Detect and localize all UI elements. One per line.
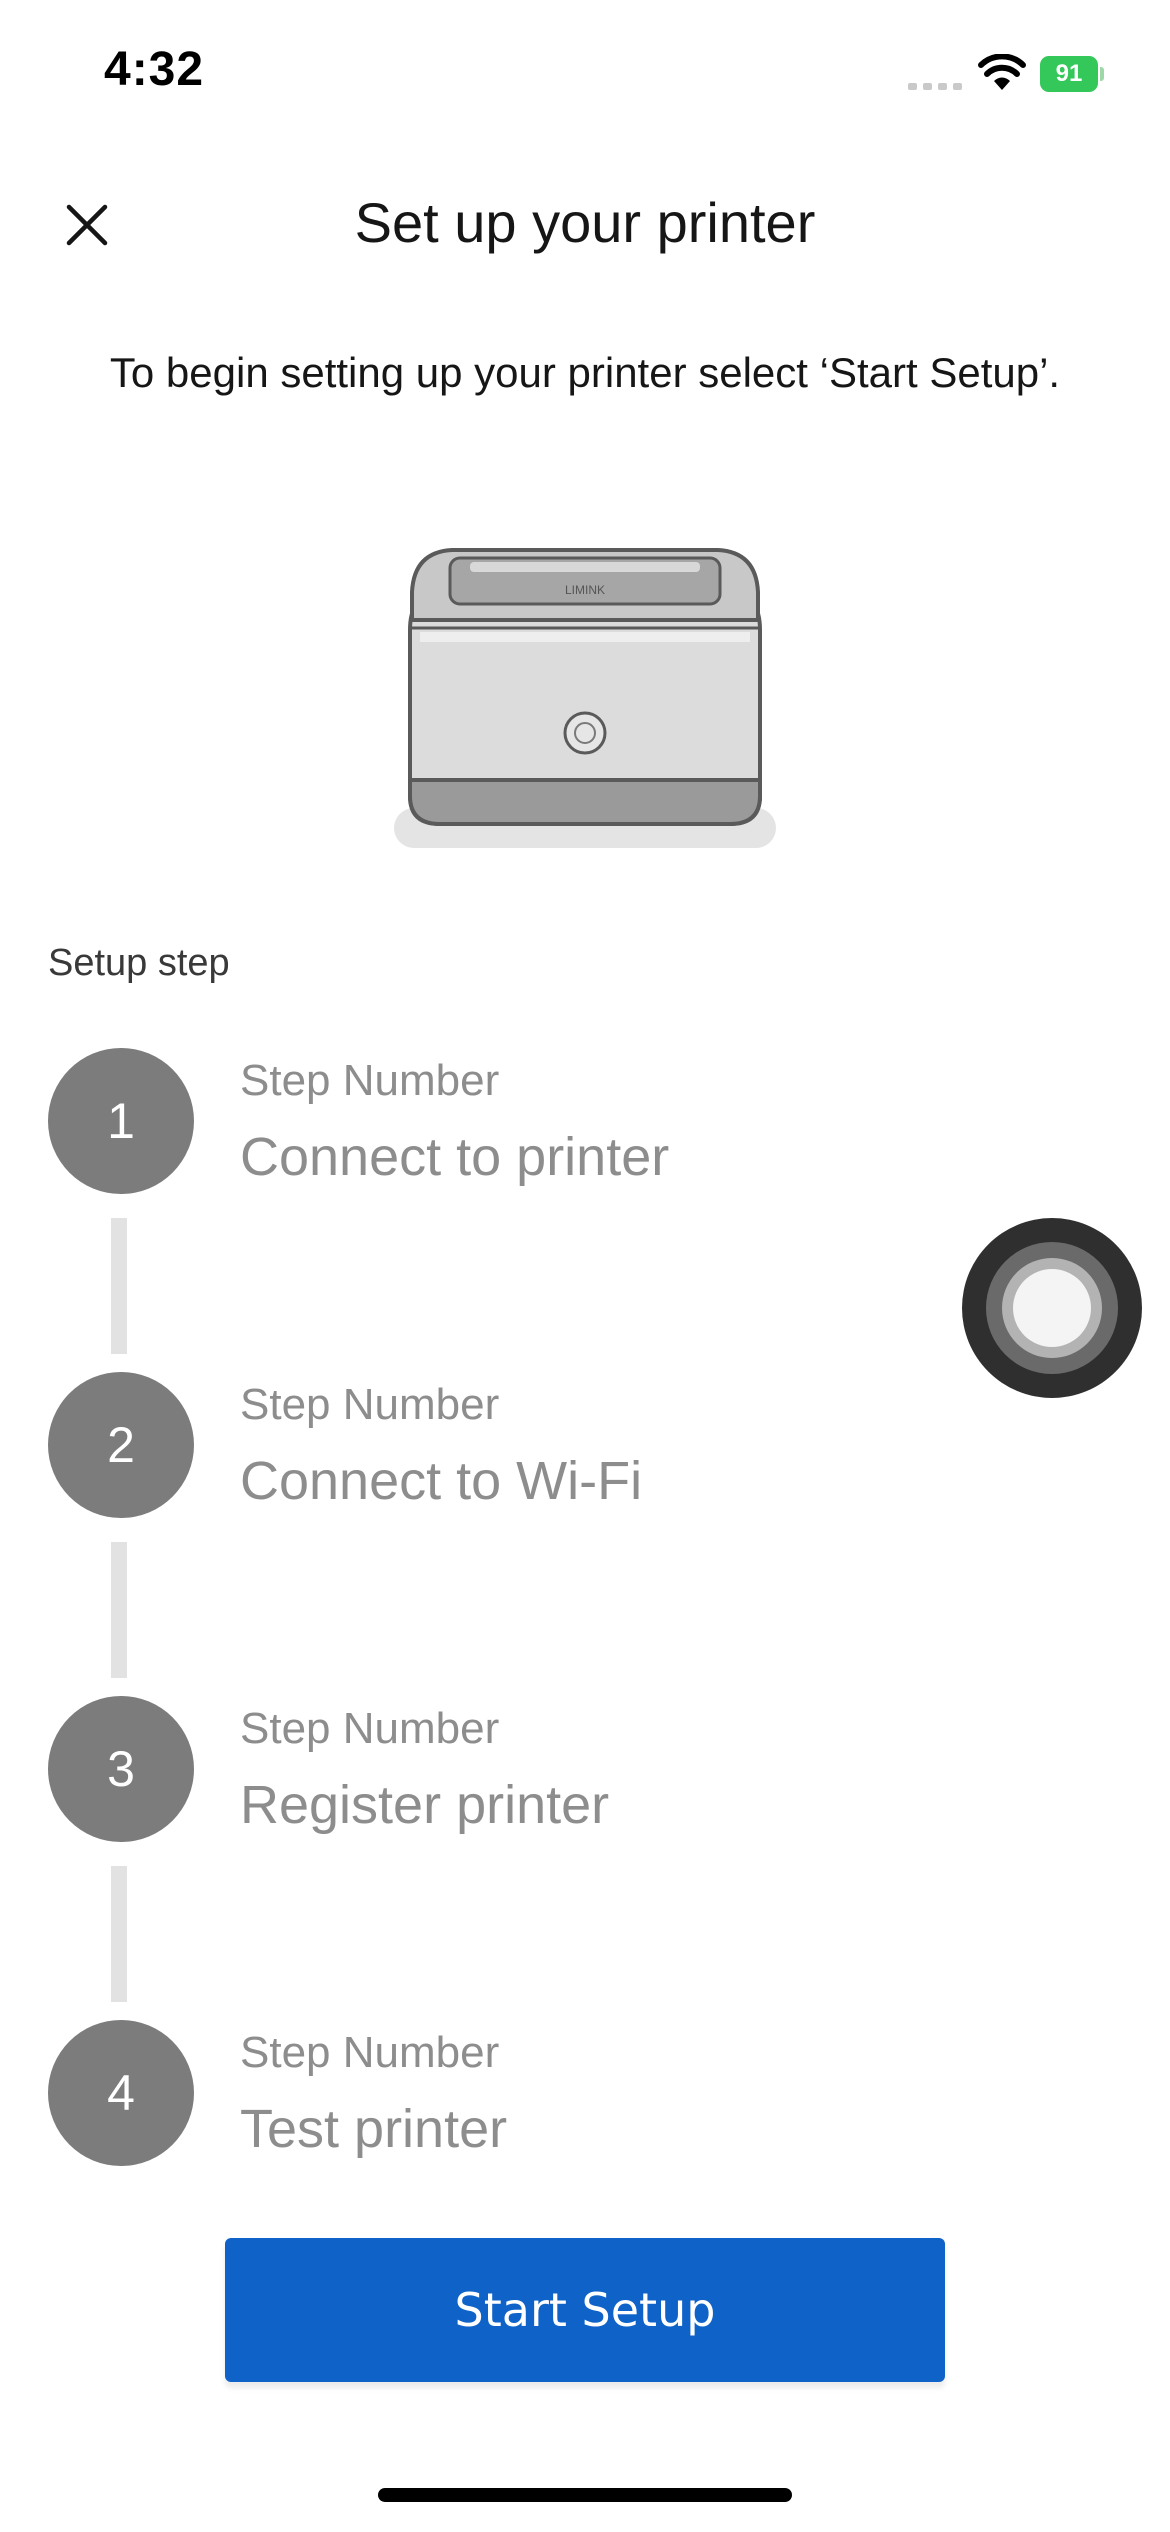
step-caption: Step Number bbox=[240, 2028, 500, 2077]
start-setup-button[interactable]: Start Setup bbox=[225, 2238, 945, 2382]
step-title: Test printer bbox=[240, 2099, 508, 2159]
step-connector bbox=[111, 1542, 127, 1678]
step-caption: Step Number bbox=[240, 1704, 500, 1753]
step-number-circle: 1 bbox=[48, 1048, 194, 1194]
status-time: 4:32 bbox=[104, 43, 205, 96]
printer-brand-mark: LIMINK bbox=[565, 583, 605, 597]
step-title: Register printer bbox=[240, 1775, 610, 1835]
step-caption: Step Number bbox=[240, 1056, 500, 1105]
setup-step-4: 4 Step Number Test printer bbox=[48, 2020, 1048, 2170]
step-number-circle: 3 bbox=[48, 1696, 194, 1842]
step-connector bbox=[111, 1218, 127, 1354]
status-bar: 4:32 91 bbox=[0, 0, 1170, 150]
step-connector bbox=[111, 1866, 127, 2002]
home-indicator[interactable] bbox=[378, 2488, 792, 2502]
setup-step-2: 2 Step Number Connect to Wi-Fi bbox=[48, 1372, 1048, 1522]
step-number-circle: 4 bbox=[48, 2020, 194, 2166]
battery-icon: 91 bbox=[1040, 56, 1104, 92]
setup-step-label: Setup step bbox=[48, 942, 230, 984]
printer-illustration: LIMINK bbox=[394, 548, 776, 848]
battery-level: 91 bbox=[1040, 56, 1098, 92]
step-caption: Step Number bbox=[240, 1380, 500, 1429]
step-title: Connect to printer bbox=[240, 1127, 670, 1187]
step-number-circle: 2 bbox=[48, 1372, 194, 1518]
intro-text: To begin setting up your printer select … bbox=[109, 349, 1061, 396]
setup-step-3: 3 Step Number Register printer bbox=[48, 1696, 1048, 1846]
setup-step-1: 1 Step Number Connect to printer bbox=[48, 1048, 1048, 1198]
assistive-touch-button[interactable] bbox=[962, 1218, 1142, 1398]
cellular-signal-icon bbox=[908, 80, 964, 90]
step-title: Connect to Wi-Fi bbox=[240, 1451, 643, 1511]
wifi-icon bbox=[978, 54, 1026, 90]
page-title: Set up your printer bbox=[354, 191, 816, 254]
